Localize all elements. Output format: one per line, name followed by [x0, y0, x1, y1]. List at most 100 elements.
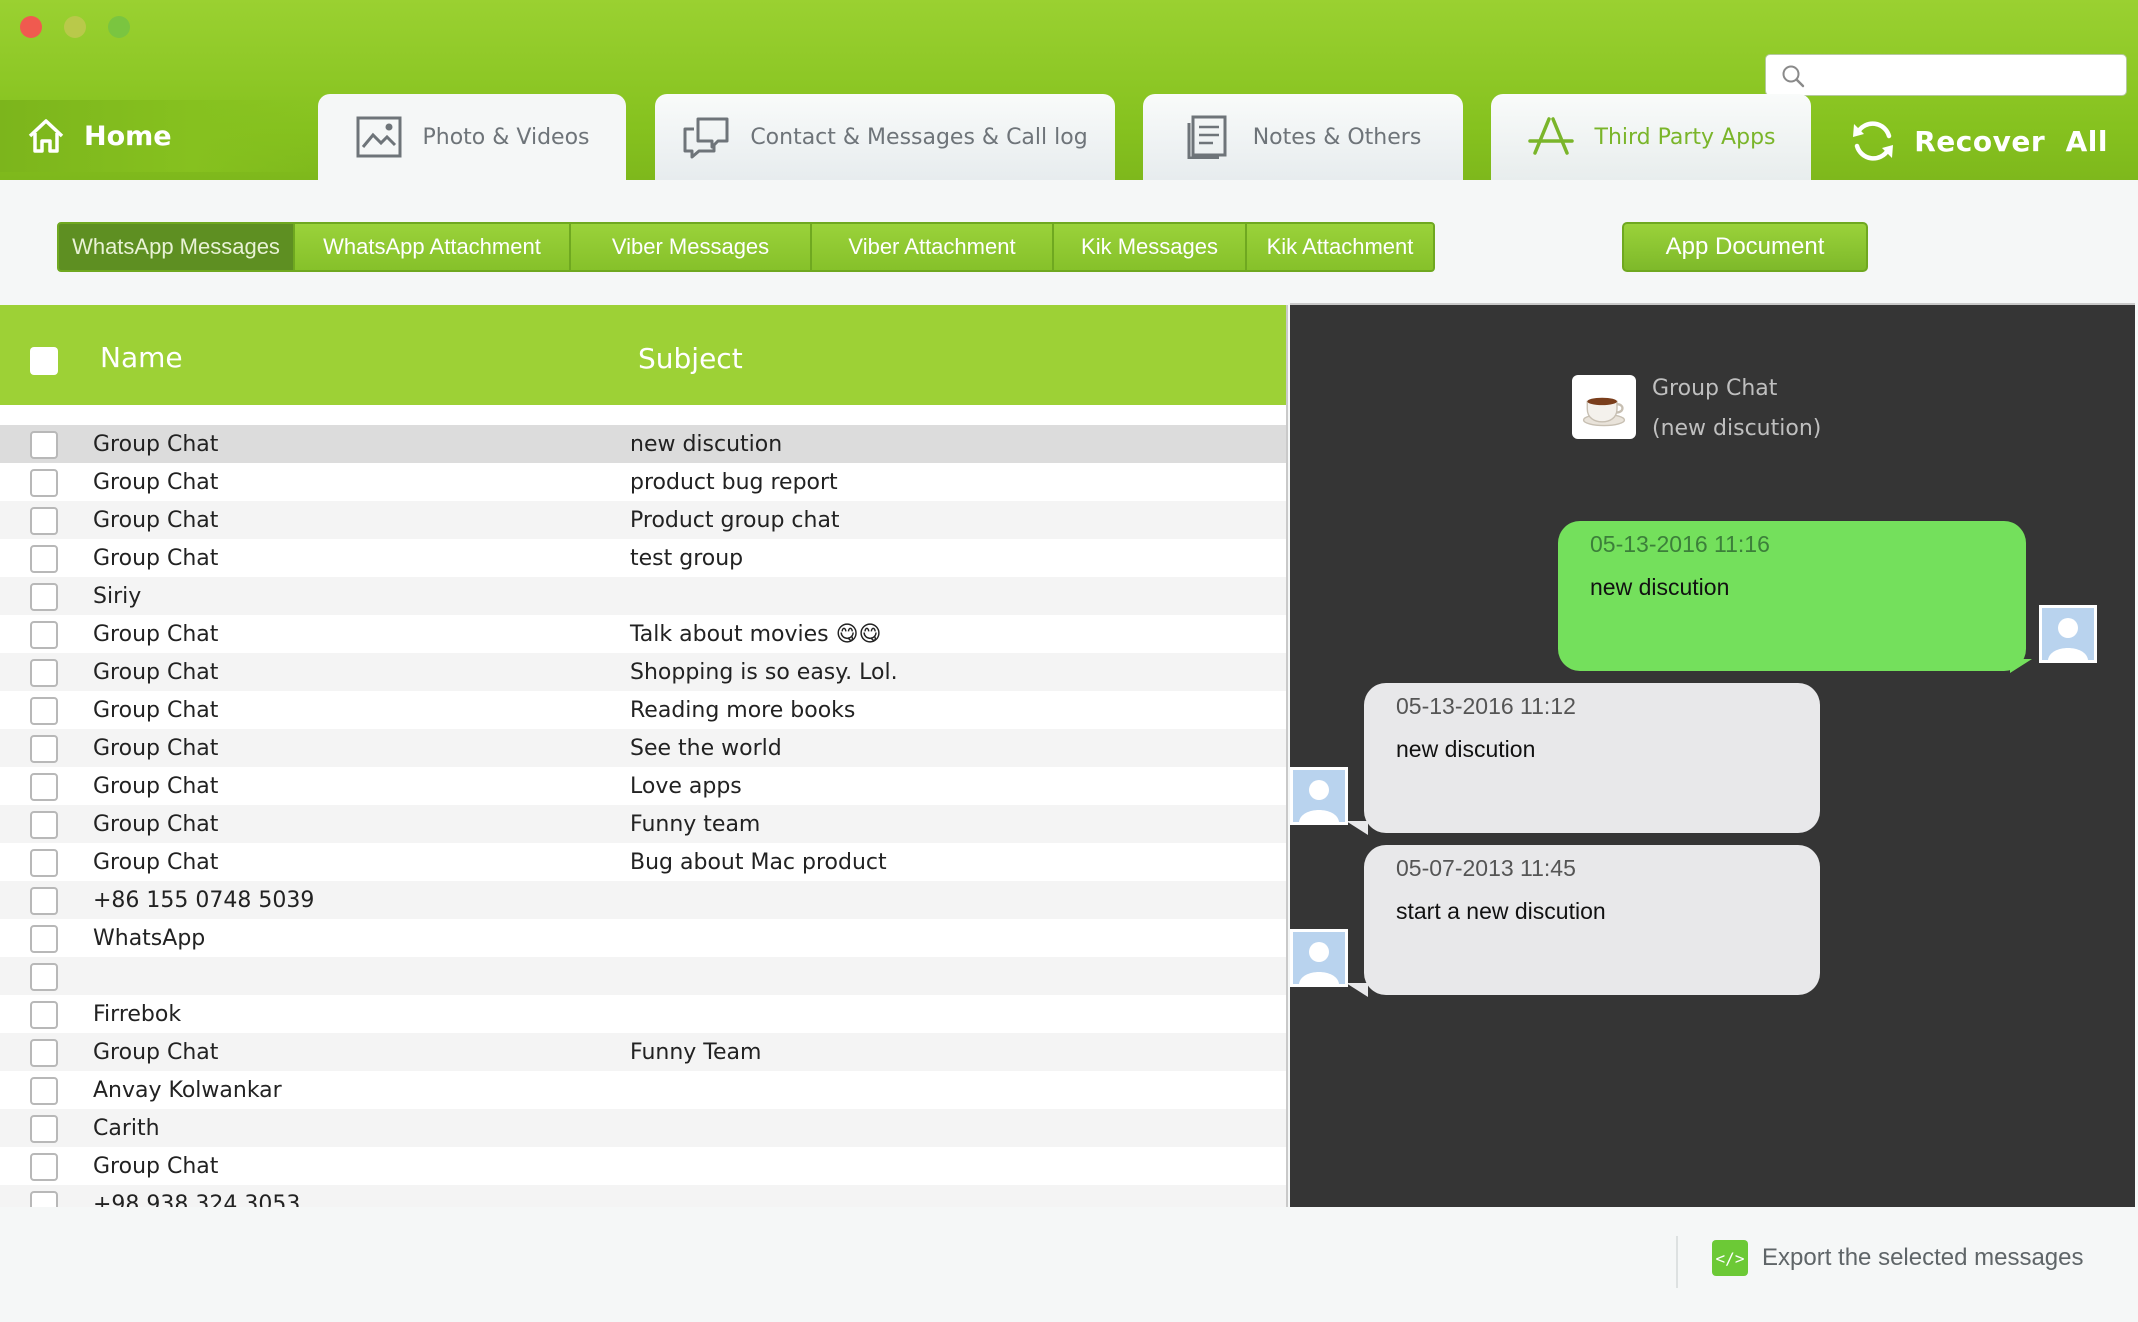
- column-header-name[interactable]: Name: [100, 341, 183, 374]
- subtab-kik-messages[interactable]: Kik Messages: [1054, 224, 1247, 270]
- row-checkbox[interactable]: [30, 621, 58, 649]
- list-item[interactable]: Group Chat new discution: [0, 425, 1286, 463]
- list-item[interactable]: Firrebok: [0, 995, 1286, 1033]
- row-checkbox[interactable]: [30, 545, 58, 573]
- row-checkbox[interactable]: [30, 1191, 58, 1207]
- row-name: Group Chat: [93, 812, 219, 837]
- list-item[interactable]: +86 155 0748 5039: [0, 881, 1286, 919]
- row-checkbox[interactable]: [30, 773, 58, 801]
- person-placeholder-icon: [2042, 608, 2094, 660]
- tab-notes-others[interactable]: Notes & Others: [1143, 94, 1463, 180]
- list-item[interactable]: Group Chat Funny team: [0, 805, 1286, 843]
- recover-all-label: Recover All: [1914, 124, 2108, 158]
- message-bubble-received: 05-13-2016 11:12 new discution: [1364, 683, 1820, 833]
- subtab-whatsapp-attachment[interactable]: WhatsApp Attachment: [295, 224, 571, 270]
- row-subject: test group: [630, 546, 744, 571]
- home-icon: [28, 119, 64, 153]
- list-item[interactable]: Group Chat Funny Team: [0, 1033, 1286, 1071]
- row-checkbox[interactable]: [30, 1153, 58, 1181]
- code-export-icon: </>: [1712, 1240, 1748, 1276]
- notes-icon: [1187, 115, 1227, 159]
- list-item[interactable]: [0, 957, 1286, 995]
- row-subject: Funny Team: [630, 1040, 762, 1065]
- subtab-whatsapp-messages[interactable]: WhatsApp Messages: [59, 224, 295, 270]
- tab-contact-messages-call-log[interactable]: Contact & Messages & Call log: [655, 94, 1115, 180]
- row-name: Group Chat: [93, 850, 219, 875]
- home-button[interactable]: Home: [0, 100, 320, 172]
- list-item[interactable]: Group Chat See the world: [0, 729, 1286, 767]
- message-bubble-received: 05-07-2013 11:45 start a new discution: [1364, 845, 1820, 995]
- row-subject: Reading more books: [630, 698, 856, 723]
- row-checkbox[interactable]: [30, 659, 58, 687]
- row-checkbox[interactable]: [30, 1001, 58, 1029]
- user-avatar: [2039, 605, 2097, 663]
- row-subject: Shopping is so easy. Lol.: [630, 660, 898, 685]
- group-avatar: [1572, 375, 1636, 439]
- list-item[interactable]: Group Chat Bug about Mac product: [0, 843, 1286, 881]
- column-header-subject[interactable]: Subject: [638, 342, 743, 375]
- bubble-tail: [1346, 821, 1368, 835]
- subtab-viber-attachment[interactable]: Viber Attachment: [812, 224, 1054, 270]
- row-checkbox[interactable]: [30, 1039, 58, 1067]
- subtab-viber-messages[interactable]: Viber Messages: [571, 224, 812, 270]
- list-item[interactable]: Group Chat: [0, 1147, 1286, 1185]
- app-subtabs: WhatsApp Messages WhatsApp Attachment Vi…: [57, 222, 1435, 272]
- footer-divider: [1676, 1236, 1678, 1288]
- row-checkbox[interactable]: [30, 887, 58, 915]
- row-checkbox[interactable]: [30, 811, 58, 839]
- row-checkbox[interactable]: [30, 583, 58, 611]
- list-item[interactable]: Anvay Kolwankar: [0, 1071, 1286, 1109]
- subtab-kik-attachment[interactable]: Kik Attachment: [1247, 224, 1433, 270]
- tab-label: Notes & Others: [1252, 124, 1422, 150]
- list-item[interactable]: Group Chat Talk about movies 😋😋: [0, 615, 1286, 653]
- export-selected-messages-button[interactable]: </> Export the selected messages: [1712, 1240, 2084, 1276]
- list-item[interactable]: Group Chat Shopping is so easy. Lol.: [0, 653, 1286, 691]
- row-name: +98 938 324 3053: [93, 1192, 301, 1207]
- list-item[interactable]: Group Chat test group: [0, 539, 1286, 577]
- row-checkbox[interactable]: [30, 735, 58, 763]
- list-item[interactable]: Group Chat Reading more books: [0, 691, 1286, 729]
- list-item[interactable]: WhatsApp: [0, 919, 1286, 957]
- row-checkbox[interactable]: [30, 925, 58, 953]
- zoom-window-button[interactable]: [108, 16, 130, 38]
- row-checkbox[interactable]: [30, 963, 58, 991]
- person-placeholder-icon: [1293, 932, 1345, 984]
- list-item[interactable]: Group Chat product bug report: [0, 463, 1286, 501]
- message-timestamp: 05-13-2016 11:12: [1396, 693, 1576, 719]
- recover-all-button[interactable]: Recover All: [1850, 118, 2108, 164]
- app-store-icon: [1527, 117, 1574, 155]
- list-item[interactable]: Siriy: [0, 577, 1286, 615]
- conversation-list: Name Subject Group Chat new discution Grou…: [0, 305, 1288, 1207]
- list-item[interactable]: Group Chat Product group chat: [0, 501, 1286, 539]
- contact-avatar: [1290, 929, 1348, 987]
- message-text: start a new discution: [1396, 898, 1606, 924]
- row-name: Group Chat: [93, 508, 219, 533]
- chat-title: Group Chat: [1652, 376, 1778, 401]
- row-checkbox[interactable]: [30, 1115, 58, 1143]
- row-checkbox[interactable]: [30, 697, 58, 725]
- tab-third-party-apps[interactable]: Third Party Apps: [1491, 94, 1811, 180]
- contact-avatar: [1290, 767, 1348, 825]
- row-checkbox[interactable]: [30, 469, 58, 497]
- close-window-button[interactable]: [20, 16, 42, 38]
- window-controls: [20, 16, 130, 38]
- row-checkbox[interactable]: [30, 1077, 58, 1105]
- row-subject: new discution: [630, 432, 783, 457]
- message-text: new discution: [1590, 574, 1730, 600]
- row-name: Firrebok: [93, 1002, 182, 1027]
- list-item[interactable]: Carith: [0, 1109, 1286, 1147]
- row-checkbox[interactable]: [30, 849, 58, 877]
- list-item[interactable]: Group Chat Love apps: [0, 767, 1286, 805]
- minimize-window-button[interactable]: [64, 16, 86, 38]
- row-checkbox[interactable]: [30, 431, 58, 459]
- row-subject: Talk about movies 😋😋: [630, 622, 882, 647]
- message-text: new discution: [1396, 736, 1536, 762]
- search-input[interactable]: [1765, 54, 2127, 96]
- row-checkbox[interactable]: [30, 507, 58, 535]
- select-all-checkbox[interactable]: [30, 347, 58, 375]
- row-name: Anvay Kolwankar: [93, 1078, 282, 1103]
- app-document-button[interactable]: App Document: [1622, 222, 1868, 272]
- list-item[interactable]: +98 938 324 3053: [0, 1185, 1286, 1207]
- tab-photo-videos[interactable]: Photo & Videos: [318, 94, 626, 180]
- bubble-tail: [1346, 983, 1368, 997]
